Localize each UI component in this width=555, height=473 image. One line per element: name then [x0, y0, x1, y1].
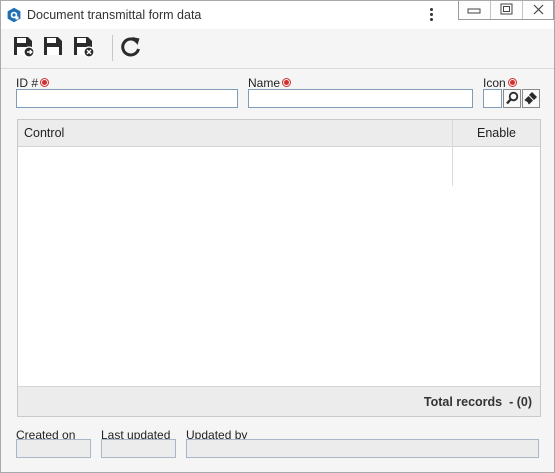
- save-and-new-button[interactable]: [11, 34, 37, 60]
- kebab-menu-icon[interactable]: [424, 6, 438, 24]
- created-on-field: [16, 439, 91, 458]
- refresh-button[interactable]: [118, 34, 144, 60]
- icon-clear-button[interactable]: [522, 89, 540, 108]
- controls-grid: Control Enable Total records - (0): [17, 119, 541, 417]
- total-records: Total records - (0): [423, 395, 532, 409]
- window-title: Document transmittal form data: [27, 8, 202, 22]
- minimize-button[interactable]: [459, 1, 490, 19]
- required-icon: [40, 78, 50, 87]
- save-icon: [44, 37, 62, 55]
- id-label: ID #: [16, 76, 50, 90]
- toolbar: [1, 29, 554, 69]
- minimize-icon: [467, 8, 481, 14]
- name-label: Name: [248, 76, 292, 90]
- required-icon: [282, 78, 292, 87]
- column-divider: [452, 120, 453, 186]
- close-button[interactable]: [522, 1, 554, 19]
- last-updated-field: [101, 439, 176, 458]
- updated-by-field: [186, 439, 539, 458]
- form-area: ID # Name Icon Control Enable Total reco…: [1, 69, 554, 472]
- title-bar[interactable]: Document transmittal form data: [1, 1, 554, 29]
- save-and-close-button[interactable]: [71, 34, 97, 60]
- required-icon: [507, 78, 517, 87]
- restore-icon: [500, 3, 513, 15]
- column-header-control[interactable]: Control: [24, 126, 64, 140]
- icon-preview-field[interactable]: [483, 89, 502, 108]
- save-button[interactable]: [41, 34, 67, 60]
- restore-button[interactable]: [490, 1, 522, 19]
- icon-search-button[interactable]: [503, 89, 521, 108]
- save-and-new-icon: [14, 37, 35, 58]
- clear-brush-icon: [524, 92, 537, 105]
- save-and-close-icon: [74, 37, 95, 58]
- refresh-icon: [121, 37, 140, 57]
- column-header-enable[interactable]: Enable: [477, 126, 516, 140]
- window-controls: [458, 1, 554, 20]
- dialog-window: Document transmittal form data ID # Name…: [0, 0, 555, 473]
- icon-label: Icon: [483, 76, 517, 90]
- toolbar-separator: [112, 35, 113, 61]
- close-icon: [533, 4, 544, 15]
- grid-header: Control Enable: [18, 120, 540, 147]
- app-logo-icon: [7, 7, 21, 23]
- grid-footer: Total records - (0): [18, 386, 540, 416]
- name-input[interactable]: [248, 89, 473, 108]
- search-icon: [506, 91, 519, 105]
- id-input[interactable]: [16, 89, 238, 108]
